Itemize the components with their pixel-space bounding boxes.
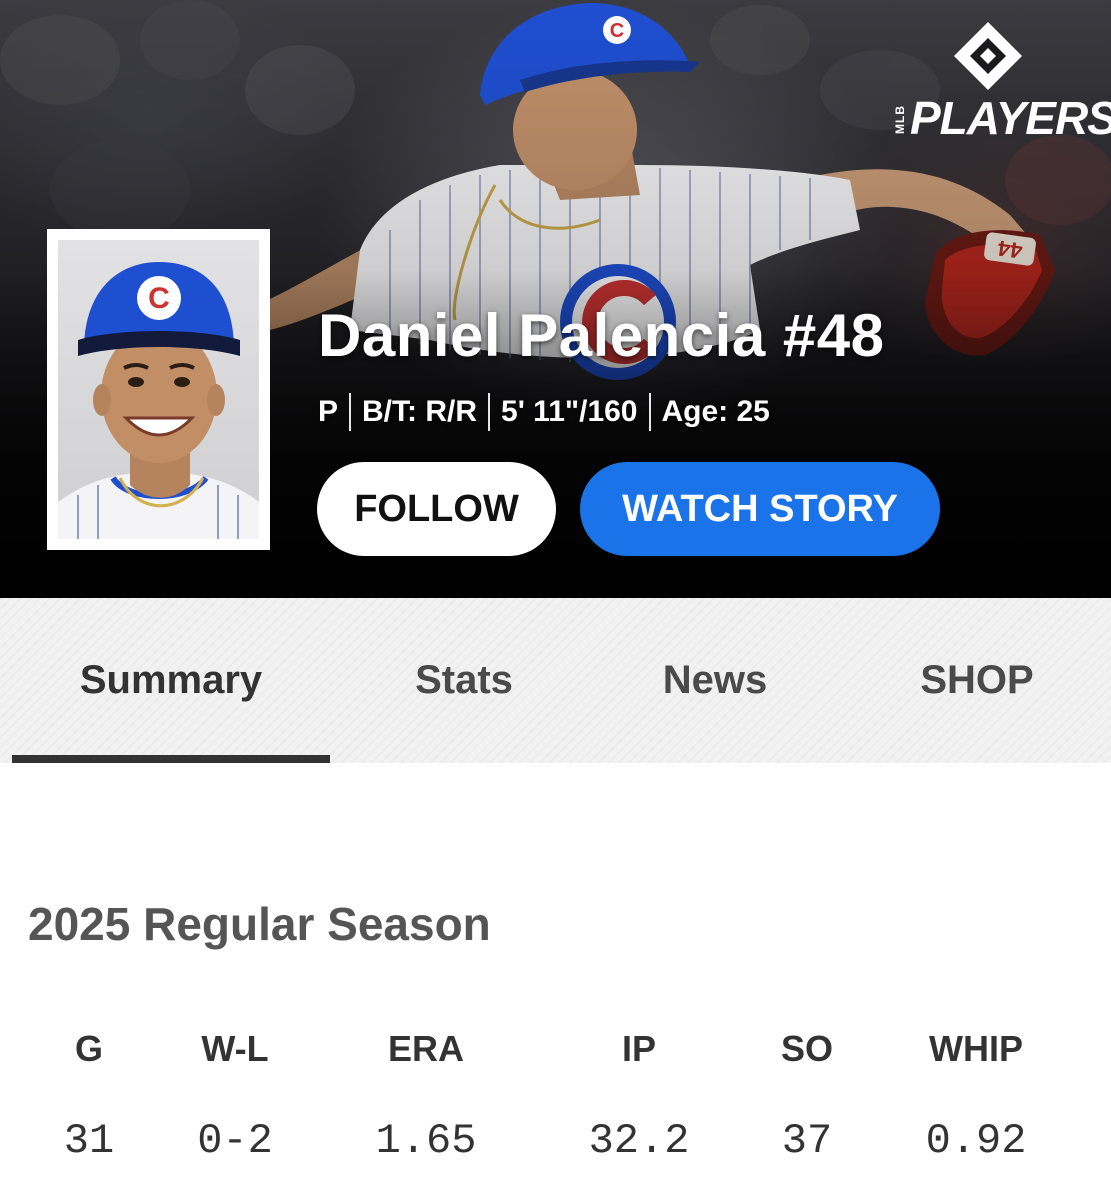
player-bats-throws: B/T: R/R bbox=[362, 395, 478, 428]
mlb-players-logo: MLB PLAYERS bbox=[888, 20, 1111, 144]
meta-divider bbox=[488, 393, 491, 431]
stat-header-whip: WHIP bbox=[929, 1028, 1023, 1069]
follow-button[interactable]: FOLLOW bbox=[317, 462, 556, 556]
watch-story-button[interactable]: WATCH STORY bbox=[580, 462, 940, 556]
stat-header-g: G bbox=[74, 1028, 103, 1069]
tab-news[interactable]: News bbox=[615, 598, 815, 763]
stat-header-era: ERA bbox=[387, 1028, 464, 1069]
stat-value-whip: 0.92 bbox=[925, 1117, 1027, 1165]
stat-value-so: 37 bbox=[781, 1117, 833, 1165]
stat-value-g: 31 bbox=[63, 1117, 115, 1165]
stat-value-era: 1.65 bbox=[375, 1117, 477, 1165]
player-tabs: Summary Stats News SHOP bbox=[0, 598, 1111, 763]
player-height-weight: 5' 11"/160 bbox=[501, 395, 638, 428]
active-tab-indicator bbox=[12, 755, 330, 763]
tab-stats[interactable]: Stats bbox=[364, 598, 564, 763]
players-diamond-icon bbox=[954, 22, 1022, 90]
headshot-portrait: C bbox=[58, 262, 259, 539]
stat-header-wl: W-L bbox=[201, 1028, 269, 1069]
player-hero: C 44 MLB PLAYERS bbox=[0, 0, 1111, 598]
players-wordmark: PLAYERS bbox=[910, 92, 1111, 144]
mlb-wordmark: MLB bbox=[893, 105, 907, 135]
stat-header-so: SO bbox=[780, 1028, 833, 1069]
meta-divider bbox=[349, 393, 352, 431]
player-position: P bbox=[318, 395, 339, 428]
tab-summary[interactable]: Summary bbox=[12, 598, 330, 763]
meta-divider bbox=[648, 393, 651, 431]
player-name: Daniel Palencia #48 bbox=[318, 302, 885, 369]
stat-value-ip: 32.2 bbox=[588, 1117, 690, 1165]
stat-header-ip: IP bbox=[621, 1028, 656, 1069]
tab-shop[interactable]: SHOP bbox=[877, 598, 1077, 763]
player-bio-line: P B/T: R/R 5' 11"/160 Age: 25 bbox=[318, 390, 770, 434]
player-headshot: C bbox=[47, 229, 270, 550]
player-age: Age: 25 bbox=[661, 395, 770, 428]
season-title: 2025 Regular Season bbox=[28, 898, 491, 950]
stat-value-wl: 0-2 bbox=[197, 1117, 273, 1165]
svg-text:C: C bbox=[148, 282, 170, 315]
